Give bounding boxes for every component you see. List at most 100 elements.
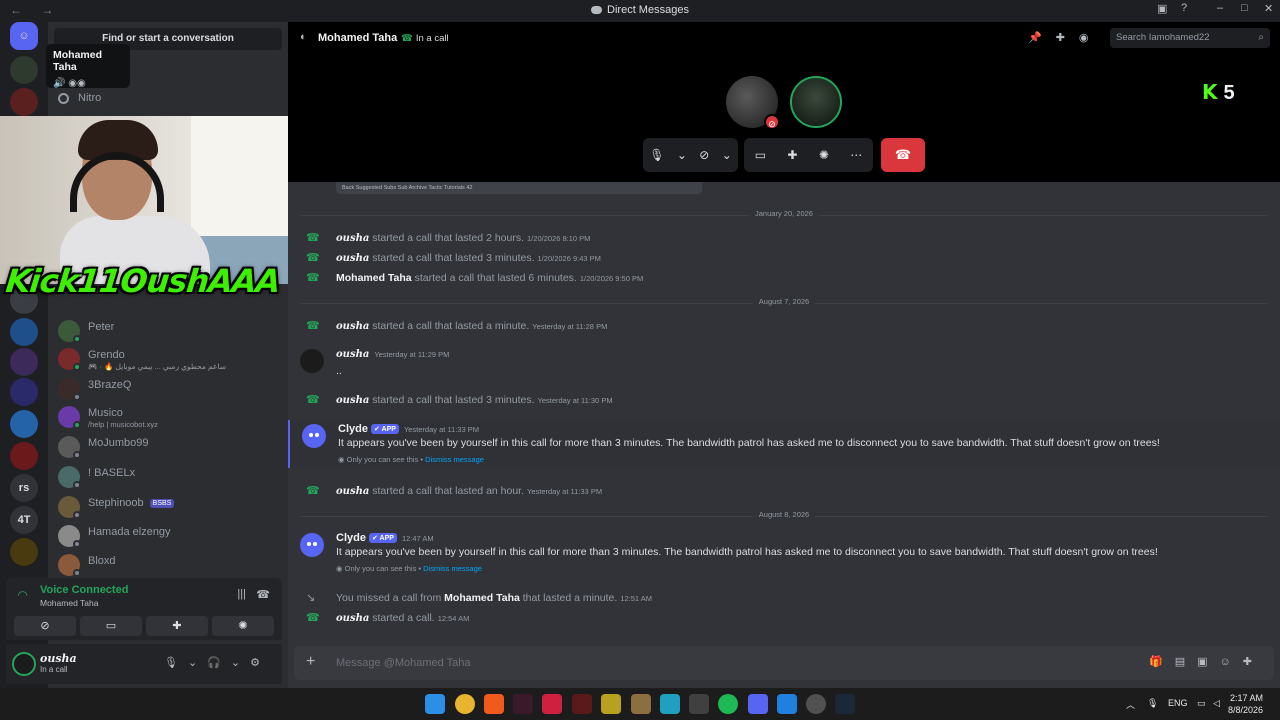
call-participant-avatar[interactable]: ⊘ [726, 76, 780, 130]
call-user[interactable]: Mohamed Taha [444, 592, 520, 604]
dm-item-3brazeq[interactable]: 3BrazeQ [58, 378, 278, 402]
app-icon[interactable] [660, 694, 680, 714]
server-icon[interactable] [10, 348, 38, 376]
call-status-text: In a call [415, 33, 449, 44]
hang-up-button[interactable]: ☎ [881, 138, 925, 172]
message-composer[interactable]: + Message @Mohamed Taha 🎁▤▣☺✚ [294, 646, 1274, 680]
server-icon[interactable] [10, 88, 38, 116]
disconnect-icon[interactable]: ☎ [256, 588, 270, 601]
composer-tools[interactable]: 🎁▤▣☺✚ [1149, 655, 1264, 668]
dm-name: ! BASELx [88, 467, 136, 479]
server-icon[interactable] [10, 442, 38, 470]
signal-icon[interactable]: ◜◝ [18, 588, 27, 602]
start-icon[interactable] [425, 694, 445, 714]
language-indicator[interactable]: ENG [1168, 698, 1188, 708]
header-search-input[interactable]: Search Iamohamed22 ⌕ [1110, 28, 1270, 48]
dm-item-stephinoob[interactable]: Stephinoob BSBS [58, 496, 278, 520]
app-icon[interactable] [777, 694, 797, 714]
noise-suppression-icon[interactable]: ||| [237, 588, 246, 600]
clyde-avatar[interactable] [300, 533, 324, 557]
steam-icon[interactable] [835, 694, 855, 714]
activities-button[interactable]: ✚ [146, 616, 208, 636]
message: ousha Yesterday at 11:29 PM .. [288, 347, 1280, 383]
user-name[interactable]: ousha [40, 652, 77, 665]
mic-icon[interactable]: 🎙 [649, 148, 664, 162]
server-icon[interactable] [10, 56, 38, 84]
soundboard-button[interactable]: ✺ [212, 616, 274, 636]
app-icon[interactable] [513, 694, 533, 714]
activities-icon[interactable]: ✚ [787, 148, 797, 162]
dismiss-message-link[interactable]: Dismiss message [425, 455, 484, 464]
server-icon[interactable] [10, 318, 38, 346]
call-user[interactable]: ousha [336, 486, 369, 497]
call-user[interactable]: ousha [336, 321, 369, 332]
screen-share-button[interactable]: ▭ [80, 616, 142, 636]
date-divider: January 20, 2026 [300, 209, 1268, 218]
call-user[interactable]: Mohamed Taha [336, 272, 412, 284]
message-avatar[interactable] [300, 349, 324, 373]
help-icon[interactable]: ? [1181, 2, 1187, 14]
user-avatar[interactable] [12, 652, 36, 676]
spotify-icon[interactable] [718, 694, 738, 714]
discord-home-icon[interactable]: ☺ [10, 22, 38, 50]
server-4t[interactable]: 4T [10, 506, 38, 534]
mic-tray-icon[interactable]: 🎙 [1147, 698, 1158, 709]
server-icon[interactable] [10, 378, 38, 406]
voice-channel[interactable]: Mohamed Taha [40, 598, 98, 608]
call-user[interactable]: ousha [336, 233, 369, 244]
dm-item-mojumbo99[interactable]: MoJumbo99 [58, 436, 278, 460]
app-icon[interactable] [542, 694, 562, 714]
tray-chevron-icon[interactable]: ︿ [1126, 698, 1135, 711]
dm-item-baselx[interactable]: ! BASELx [58, 466, 278, 490]
app-icon[interactable] [572, 694, 592, 714]
message-author[interactable]: Clyde ✔ APP Yesterday at 11:33 PM [338, 423, 479, 435]
dm-item-peter[interactable]: Peter [58, 320, 278, 344]
app-icon[interactable] [689, 694, 709, 714]
screen-share-icon[interactable]: ▭ [755, 148, 766, 162]
server-icon[interactable] [10, 410, 38, 438]
message-author[interactable]: Clyde ✔ APP 12:47 AM [336, 532, 434, 544]
app-icon[interactable] [631, 694, 651, 714]
app-icon[interactable] [806, 694, 826, 714]
discord-taskbar-icon[interactable] [748, 694, 768, 714]
close-icon[interactable]: ✕ [1264, 2, 1273, 15]
dm-item-musico[interactable]: Musico/help | musicobot.xyz [58, 406, 278, 430]
soundboard-icon[interactable]: ✺ [819, 148, 829, 162]
header-user-name[interactable]: Mohamed Taha [318, 32, 397, 44]
dm-item-grendo[interactable]: Grendo 🎮 · 🔥 ساعم محطوي رمبي ... يبمي موب… [58, 348, 278, 372]
call-user[interactable]: ousha [336, 395, 369, 406]
app-icon[interactable] [601, 694, 621, 714]
voice-status[interactable]: Voice Connected [40, 584, 128, 596]
chevron-down-icon[interactable]: ⌄ [722, 148, 732, 162]
chevron-down-icon[interactable]: ⌄ [677, 148, 687, 162]
dm-item-bloxd[interactable]: Bloxd [58, 554, 278, 578]
call-user[interactable]: ousha [336, 253, 369, 264]
add-attachment-icon[interactable]: + [306, 654, 315, 670]
clyde-avatar[interactable] [302, 424, 326, 448]
system-clock[interactable]: 2:17 AM 8/8/2026 [1228, 692, 1263, 716]
user-controls[interactable]: 🎙⌄🎧⌄⚙ [164, 656, 270, 669]
phone-icon: ☎ [306, 612, 320, 624]
minimize-icon[interactable]: – [1217, 2, 1223, 14]
call-participant-avatar-speaking[interactable] [790, 76, 842, 128]
brave-icon[interactable] [484, 694, 504, 714]
call-user[interactable]: ousha [336, 613, 369, 624]
network-icon[interactable]: ▭ [1197, 698, 1206, 709]
inbox-icon[interactable]: ▣ [1157, 2, 1167, 15]
server-icon[interactable] [10, 538, 38, 566]
server-rs[interactable]: rs [10, 474, 38, 502]
maximize-icon[interactable]: □ [1241, 2, 1248, 14]
message-author[interactable]: ousha Yesterday at 11:29 PM [336, 349, 449, 360]
dm-name: Peter [88, 321, 115, 333]
dismiss-message-link[interactable]: Dismiss message [423, 564, 482, 573]
timestamp: Yesterday at 11:28 PM [532, 322, 608, 331]
dm-item-hamada-elzengy[interactable]: Hamada elzengy [58, 525, 278, 549]
volume-icon[interactable]: ◁ [1213, 698, 1220, 709]
more-icon[interactable]: ⋯ [850, 148, 862, 162]
camera-off-button[interactable]: ⊘ [14, 616, 76, 636]
header-buttons[interactable]: 📌✚◉ [1028, 31, 1103, 44]
chrome-icon[interactable] [455, 694, 475, 714]
nitro-link[interactable]: Nitro [58, 92, 101, 104]
message-input[interactable]: Message @Mohamed Taha [336, 657, 470, 669]
camera-off-icon[interactable]: ⊘ [699, 148, 709, 162]
